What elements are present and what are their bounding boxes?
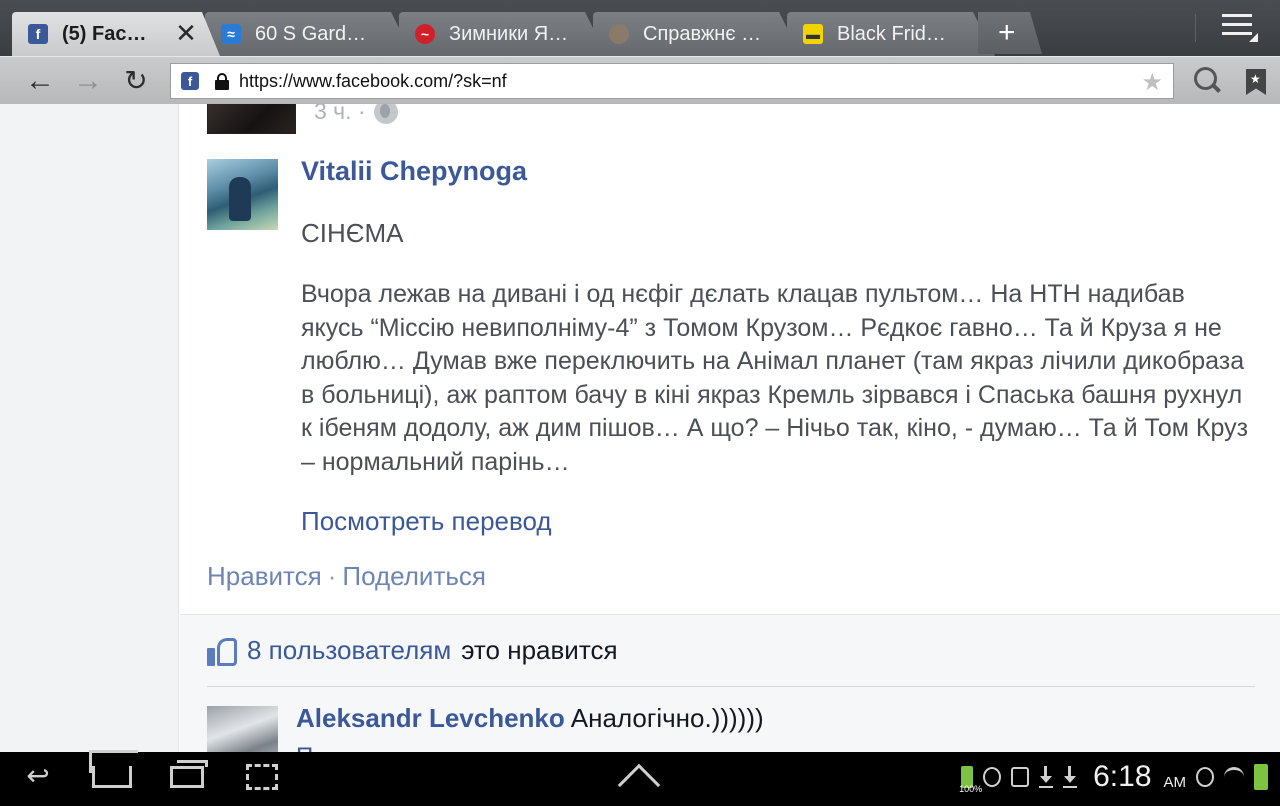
post-author[interactable]: Vitalii Chepynoga (301, 156, 527, 187)
tab-black-friday[interactable]: ▬ Black Friday… (787, 12, 995, 56)
divider (1195, 14, 1196, 42)
battery-small-icon: 100% (959, 766, 982, 794)
post-time: 3 ч. · (314, 104, 366, 124)
screenshot-icon[interactable] (246, 764, 278, 790)
download-icon (1063, 766, 1078, 788)
like-link[interactable]: Нравится (207, 561, 322, 591)
tab-facebook[interactable]: f (5) Face… ✕ (12, 12, 220, 56)
plus-icon: + (998, 16, 1016, 49)
likes-summary: 8 пользователям это нравится (207, 635, 618, 666)
forward-icon[interactable]: → (72, 65, 104, 97)
alarm-icon (983, 767, 1002, 787)
likers-link[interactable]: 8 пользователям (247, 635, 451, 666)
page-content: 3 ч. · Vitalii Chepynoga СІНЄМА Вчора ле… (0, 104, 1280, 752)
comment: Aleksandr Levchenko Аналогічно.)))))) (296, 703, 764, 734)
sail-icon: ≈ (221, 24, 241, 44)
star-icon[interactable]: ★ (1141, 68, 1163, 97)
battery-label: 100% (959, 784, 983, 794)
post-body: Вчора лежав на дивані і од нєфіг дєлать … (301, 280, 1249, 476)
facebook-icon: f (28, 24, 48, 44)
tab-bar: f (5) Face… ✕ ≈ 60 S Garden… ~ Зимники Я… (0, 0, 1280, 56)
tab-title: Black Friday… (837, 22, 957, 45)
commenter-avatar[interactable] (207, 706, 278, 752)
post-title: СІНЄМА (301, 218, 404, 248)
reload-icon[interactable]: ↻ (120, 65, 152, 97)
separator: · (327, 561, 337, 591)
tag-icon: ▬ (803, 24, 823, 44)
system-bar: ↩ 100% 6:18 AM (0, 750, 1280, 806)
likes-suffix: это нравится (461, 635, 618, 665)
menu-icon[interactable] (1222, 14, 1258, 42)
wifi-icon (1224, 767, 1244, 787)
comment-author[interactable]: Aleksandr Levchenko (296, 703, 565, 733)
download-icon (1039, 766, 1054, 788)
likes-comments-section: 8 пользователям это нравится Aleksandr L… (180, 614, 1280, 752)
bookmark-icon[interactable]: ★ (1246, 69, 1266, 95)
left-rail (0, 104, 179, 752)
tab-title: (5) Face… (62, 22, 152, 45)
tab-title: Зимники Як… (449, 22, 569, 45)
clock-ampm: AM (1163, 773, 1187, 791)
previous-post-time: 3 ч. · (314, 104, 398, 125)
lock-icon (215, 73, 229, 90)
share-link[interactable]: Поделиться (342, 561, 486, 591)
new-tab-button[interactable]: + (978, 12, 1042, 54)
divider (207, 686, 1255, 687)
post-actions: Нравится · Поделиться (207, 561, 486, 592)
author-avatar[interactable] (207, 159, 278, 230)
recent-apps-icon[interactable] (170, 760, 208, 788)
home-icon[interactable] (89, 750, 138, 788)
tab-spravzhnie[interactable]: Справжнє о… (593, 12, 801, 56)
coffee-icon (609, 24, 629, 44)
facebook-icon: f (181, 72, 199, 90)
alarm-icon (1196, 767, 1214, 787)
address-bar: ← → ↻ f https://www.facebook.com/?sk=nf … (0, 56, 1280, 104)
url-field[interactable]: f https://www.facebook.com/?sk=nf ★ (170, 63, 1174, 99)
battery-icon (1254, 764, 1268, 790)
globe-icon (373, 104, 398, 124)
tab-zymnyky[interactable]: ~ Зимники Як… (399, 12, 607, 56)
tab-title: Справжнє о… (643, 22, 763, 45)
status-tray: 100% 6:18 AM (959, 760, 1268, 794)
back-nav-icon[interactable]: ↩ (18, 760, 58, 792)
clock-time: 6:18 (1093, 760, 1152, 793)
red-circle-icon: ~ (415, 24, 435, 44)
back-icon[interactable]: ← (24, 65, 56, 97)
search-icon[interactable] (1194, 67, 1222, 95)
url-text: https://www.facebook.com/?sk=nf (239, 70, 507, 91)
tab-garden[interactable]: ≈ 60 S Garden… (205, 12, 413, 56)
close-tab-icon[interactable]: ✕ (172, 18, 200, 49)
comment-text: Аналогічно.)))))) (570, 703, 764, 733)
see-translation-link[interactable]: Посмотреть перевод (301, 506, 552, 537)
previous-post-image[interactable] (207, 104, 296, 134)
tab-title: 60 S Garden… (255, 22, 375, 45)
thumbs-up-icon (207, 636, 237, 666)
checkbox-icon (1011, 767, 1030, 787)
comment-partial-text[interactable]: П (296, 743, 313, 752)
